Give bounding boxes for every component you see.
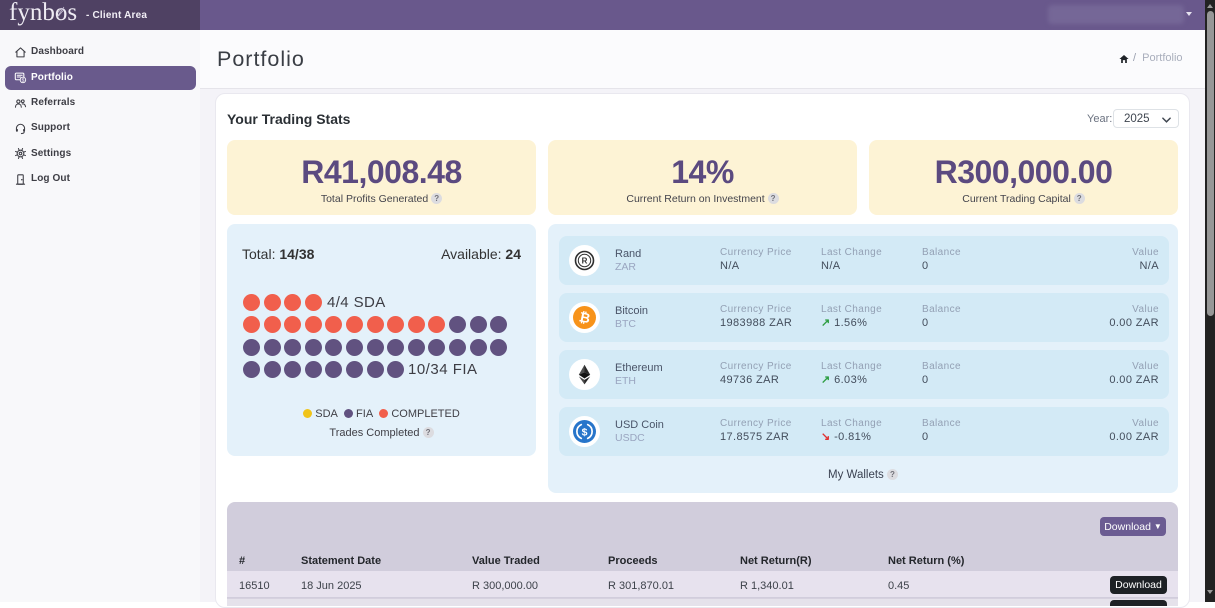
- svg-text:$: $: [582, 426, 588, 438]
- svg-text:R: R: [582, 257, 588, 266]
- svg-text:$: $: [22, 78, 25, 84]
